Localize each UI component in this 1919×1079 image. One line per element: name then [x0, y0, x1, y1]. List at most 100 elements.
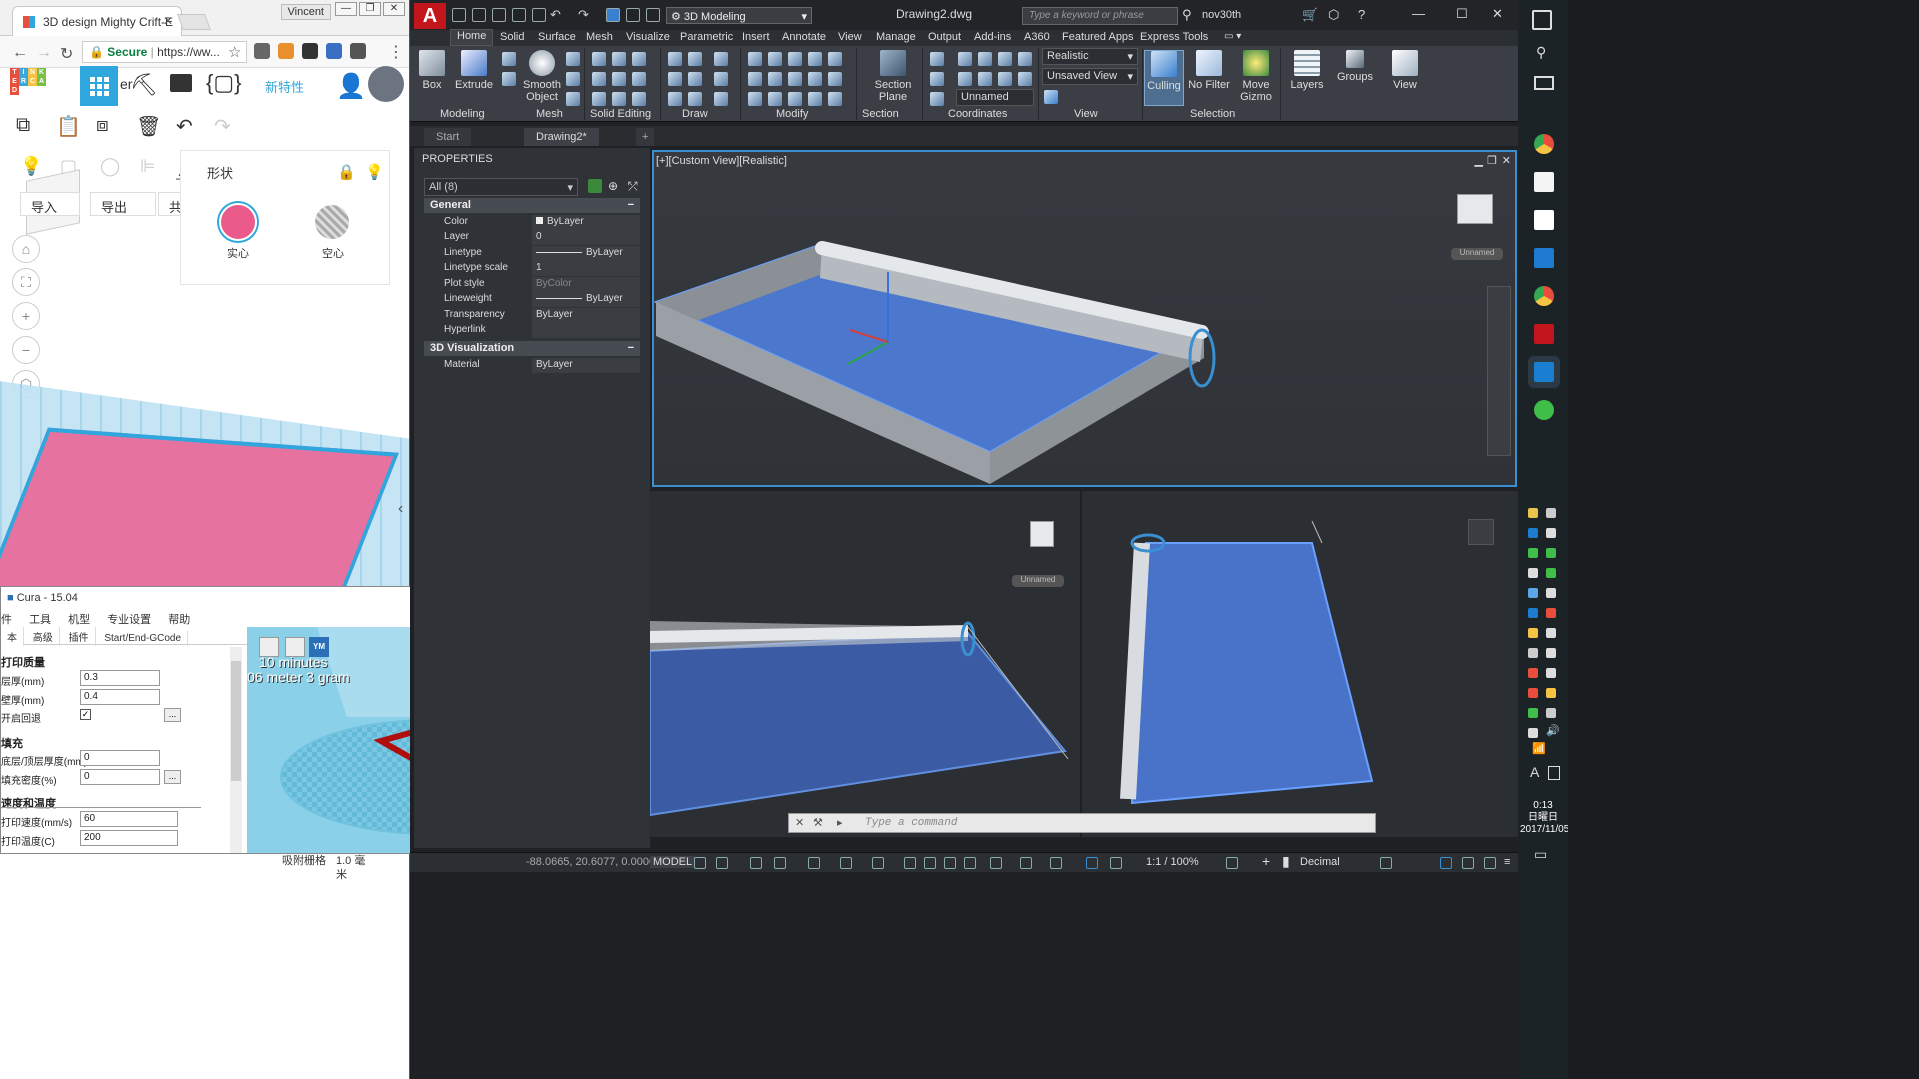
wechat-icon[interactable]	[1534, 400, 1554, 420]
no-filter-button[interactable]: No Filter	[1186, 50, 1232, 91]
tray-icon[interactable]	[1546, 648, 1556, 658]
new-icon[interactable]	[452, 8, 466, 22]
panel-selection[interactable]: Selection	[1190, 108, 1235, 120]
selection-dropdown[interactable]: All (8) ▾	[424, 178, 578, 196]
network-extension-icon[interactable]	[326, 43, 342, 59]
tinkercad-logo[interactable]: T I N K E R C A D	[10, 68, 46, 104]
solid-edit-icon[interactable]	[592, 52, 606, 66]
ribbon-tab-home[interactable]: Home	[450, 29, 494, 46]
chrome-menu-icon[interactable]: ⋮	[388, 42, 404, 62]
ribbon-tab-manage[interactable]: Manage	[876, 31, 916, 43]
panel-draw[interactable]: Draw	[682, 108, 708, 120]
modify-icon[interactable]	[808, 52, 822, 66]
open-icon[interactable]	[472, 8, 486, 22]
tray-icon[interactable]	[1528, 608, 1538, 618]
print-temp-input[interactable]: 200	[80, 830, 178, 846]
tray-icon[interactable]	[1528, 688, 1538, 698]
saved-view-dropdown[interactable]: Unsaved View ▾	[1042, 68, 1138, 85]
viewport-bottom-left[interactable]: Unnamed	[650, 491, 1080, 837]
acad-minimize-button[interactable]: —	[1412, 6, 1425, 21]
property-row[interactable]: Material ByLayer	[424, 358, 640, 373]
units-dropdown[interactable]: Decimal	[1300, 856, 1340, 868]
ucs-icon[interactable]	[978, 52, 992, 66]
maximize-button[interactable]: ❐	[359, 2, 381, 16]
solid-edit-icon[interactable]	[592, 92, 606, 106]
new-tab-plus-icon[interactable]: +	[636, 128, 655, 146]
gizmo-icon[interactable]	[1020, 857, 1032, 869]
3dosnap-icon[interactable]	[872, 857, 884, 869]
redo-icon[interactable]: ↷	[578, 7, 589, 23]
bluetooth-icon[interactable]	[1528, 568, 1538, 578]
ribbon-tab-express[interactable]: Express Tools	[1140, 31, 1208, 43]
key-extension-icon[interactable]	[278, 43, 294, 59]
reload-icon[interactable]: ↻	[60, 44, 73, 64]
draw-icon[interactable]	[688, 52, 702, 66]
visual-style-dropdown[interactable]: Realistic ▾	[1042, 48, 1138, 65]
modify-icon[interactable]	[768, 92, 782, 106]
draw-icon[interactable]	[668, 92, 682, 106]
modify-icon[interactable]	[748, 52, 762, 66]
zoom-in-icon[interactable]: +	[12, 302, 40, 330]
tab-drawing2[interactable]: Drawing2*	[524, 128, 599, 146]
avatar[interactable]	[368, 66, 404, 102]
isodraft-icon[interactable]	[808, 857, 820, 869]
codeblocks-icon[interactable]: {▢}	[206, 70, 241, 96]
modify-icon[interactable]	[808, 72, 822, 86]
mail-icon[interactable]	[1534, 210, 1554, 230]
windows-start-icon[interactable]	[1532, 10, 1552, 30]
ucs-icon[interactable]	[930, 52, 944, 66]
hole-button[interactable]	[315, 205, 349, 239]
tab-gcode[interactable]: Start/End-GCode	[98, 631, 189, 646]
tray-icon[interactable]	[1546, 588, 1556, 598]
new-features-link[interactable]: 新特性	[265, 77, 304, 96]
tray-icon[interactable]	[1546, 628, 1556, 638]
general-section[interactable]: General −	[424, 198, 640, 213]
viewcube-ucs-menu[interactable]: Unnamed	[1451, 248, 1503, 260]
camera-extension-icon[interactable]	[254, 43, 270, 59]
help-icon[interactable]: ?	[1358, 7, 1365, 22]
modeling-small-icon[interactable]	[502, 72, 516, 86]
ime-icon[interactable]	[1548, 766, 1560, 780]
viewcube[interactable]	[1457, 194, 1493, 224]
smooth-object-button[interactable]: Smooth Object	[522, 50, 562, 103]
tray-icon[interactable]	[1528, 508, 1538, 518]
view-button[interactable]: View	[1384, 50, 1426, 91]
forward-icon[interactable]: →	[36, 44, 52, 62]
acad-maximize-button[interactable]: ☐	[1456, 6, 1468, 22]
profile-chip[interactable]: Vincent	[280, 4, 331, 20]
panel-mesh[interactable]: Mesh	[536, 108, 563, 120]
close-commandline-icon[interactable]: ✕	[795, 816, 804, 829]
tray-icon[interactable]	[1528, 588, 1538, 598]
back-icon[interactable]: ←	[12, 44, 28, 62]
section-plane-button[interactable]: Section Plane	[868, 50, 918, 103]
ime-indicator[interactable]: A	[1530, 764, 1539, 780]
solid-edit-icon[interactable]	[612, 92, 626, 106]
modify-icon[interactable]	[788, 92, 802, 106]
annotation-visibility-icon[interactable]	[1086, 857, 1098, 869]
layer-height-input[interactable]: 0.3	[80, 670, 160, 686]
annotation-icon[interactable]	[1050, 857, 1062, 869]
cura-taskbar-icon[interactable]	[1534, 362, 1554, 382]
hardware-accel-icon[interactable]	[1462, 857, 1474, 869]
draw-icon[interactable]	[668, 52, 682, 66]
tray-icon[interactable]	[1528, 628, 1538, 638]
ribbon-toggle-icon[interactable]: ▭ ▾	[1224, 31, 1241, 42]
ucs-icon[interactable]	[958, 52, 972, 66]
action-center-icon[interactable]: ▭	[1534, 846, 1547, 863]
panel-section[interactable]: Section	[862, 108, 899, 120]
tray-icon[interactable]	[1528, 548, 1538, 558]
modify-icon[interactable]	[828, 72, 842, 86]
app-l-icon[interactable]	[1534, 248, 1554, 268]
taskbar-clock[interactable]: 0:13 日曜日 2017/11/05	[1520, 800, 1569, 836]
add-user-icon[interactable]: 👤	[336, 72, 366, 101]
menu-file[interactable]: 件	[1, 614, 12, 626]
extrude-button[interactable]: Extrude	[454, 50, 494, 91]
property-row[interactable]: Hyperlink	[424, 323, 640, 338]
modify-icon[interactable]	[768, 52, 782, 66]
tray-icon[interactable]	[1546, 508, 1556, 518]
import-button[interactable]: 导入	[20, 192, 80, 216]
tray-icon[interactable]	[1546, 608, 1556, 618]
draw-icon[interactable]	[714, 92, 728, 106]
modeling-small-icon[interactable]	[502, 52, 516, 66]
print-speed-input[interactable]: 60	[80, 811, 178, 827]
